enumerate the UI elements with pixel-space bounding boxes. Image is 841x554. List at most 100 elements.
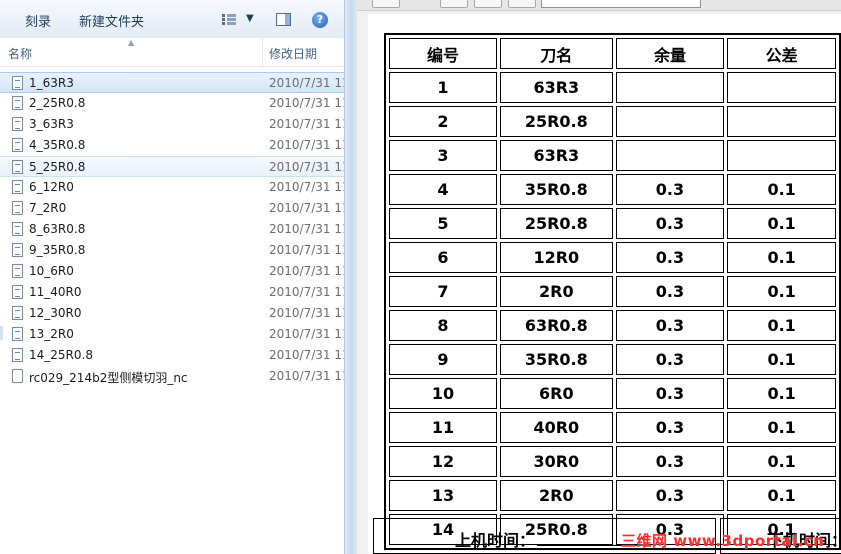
file-name: 9_35R0.8 [29,243,86,257]
file-list-item[interactable]: 5_25R0.8 2010/7/31 11 [0,156,345,177]
number-cell: 7 [389,276,497,307]
allowance-cell: 0.3 [615,276,725,307]
file-date: 2010/7/31 11 [269,180,345,194]
number-cell: 4 [389,174,497,205]
column-headers: 名称 修改日期 [0,38,345,67]
file-list: 1_63R3 2010/7/31 11 2_25R0.8 2010/7/31 11 3_… [0,72,345,387]
preview-pane-icon[interactable] [276,13,291,26]
file-date: 2010/7/31 11 [269,201,345,215]
file-name: 13_2R0 [29,327,74,341]
tool-name-cell: 25R0.8 [499,208,613,239]
table-row: 7 2R0 0.3 0.1 [389,276,836,307]
document-viewer: 编号 刀名 余量 公差 1 63R3 2 25R0.8 3 63R3 4 35R0.8 0.3 0… [357,0,841,554]
table-row: 8 63R0.8 0.3 0.1 [389,310,836,341]
tool-name-cell: 6R0 [499,378,613,409]
file-list-item[interactable]: 7_2R0 2010/7/31 11 [0,198,345,219]
file-date: 2010/7/31 11 [269,117,345,131]
file-list-item[interactable]: 6_12R0 2010/7/31 11 [0,177,345,198]
column-divider[interactable] [262,38,263,66]
file-name: 11_40R0 [29,285,82,299]
file-date: 2010/7/31 11 [269,285,345,299]
file-list-item[interactable]: 1_63R3 2010/7/31 11 [0,72,345,93]
table-row: 9 35R0.8 0.3 0.1 [389,344,836,375]
file-list-item[interactable]: 10_6R0 2010/7/31 11 [0,261,345,282]
document-address-field[interactable] [541,0,701,8]
tool-name-cell: 2R0 [499,276,613,307]
file-list-item[interactable]: 12_30R0 2010/7/31 11 [0,303,345,324]
tool-name-cell: 25R0.8 [499,106,613,137]
tolerance-cell: 0.1 [727,344,836,375]
allowance-cell [615,106,725,137]
tool-name-column-header: 刀名 [499,38,613,69]
toolbar-refresh-button[interactable] [474,0,502,8]
file-date: 2010/7/31 11 [269,306,345,320]
explorer-toolbar: 刻录 新建文件夹 ▼ ? [0,0,345,39]
file-date: 2010/7/31 11 [269,327,345,341]
allowance-cell: 0.3 [615,208,725,239]
number-cell: 5 [389,208,497,239]
file-name: 6_12R0 [29,180,74,194]
new-folder-button[interactable]: 新建文件夹 [79,11,144,30]
tolerance-cell: 0.1 [727,446,836,477]
tool-name-cell: 63R3 [499,140,613,171]
toolbar-option-button[interactable] [508,0,536,8]
number-cell: 11 [389,412,497,443]
file-date: 2010/7/31 11 [269,138,345,152]
toolbar-forward-button[interactable] [440,0,468,8]
text-file-icon [12,201,23,215]
sort-ascending-icon: ▲ [128,38,135,47]
number-cell: 9 [389,344,497,375]
toolbar-back-button[interactable] [372,0,400,8]
burn-button[interactable]: 刻录 [25,11,51,30]
table-row: 6 12R0 0.3 0.1 [389,242,836,273]
file-list-item[interactable]: 3_63R3 2010/7/31 11 [0,114,345,135]
file-list-item[interactable]: 2_25R0.8 2010/7/31 11 [0,93,345,114]
text-file-icon [12,96,23,110]
tool-list-table: 编号 刀名 余量 公差 1 63R3 2 25R0.8 3 63R3 4 35R0.8 0.3 0… [384,33,841,550]
file-explorer-pane: 刻录 新建文件夹 ▼ ? 名称 修改日期 ▲ 1_63R3 2010/7/31 1… [0,0,345,554]
file-list-item[interactable]: rc029_214b2型侧模切羽_nc 2010/7/31 11 [0,366,345,387]
number-cell: 12 [389,446,497,477]
watermark-text: 三维网 www.3dportal.cn [621,532,825,550]
file-list-item[interactable]: 14_25R0.8 2010/7/31 11 [0,345,345,366]
number-cell: 3 [389,140,497,171]
view-dropdown-arrow-icon[interactable]: ▼ [246,13,254,24]
table-row: 3 63R3 [389,140,836,171]
tool-name-cell: 2R0 [499,480,613,511]
document-page: 编号 刀名 余量 公差 1 63R3 2 25R0.8 3 63R3 4 35R0.8 0.3 0… [368,14,841,554]
allowance-cell: 0.3 [615,412,725,443]
tolerance-cell: 0.1 [727,276,836,307]
allowance-cell: 0.3 [615,446,725,477]
number-cell: 2 [389,106,497,137]
tool-name-cell: 12R0 [499,242,613,273]
name-column-header[interactable]: 名称 [8,45,32,62]
text-file-icon [12,306,23,320]
table-row: 13 2R0 0.3 0.1 [389,480,836,511]
text-file-icon [12,348,23,362]
table-body: 1 63R3 2 25R0.8 3 63R3 4 35R0.8 0.3 0.1 5 25R0.8 0.3… [389,72,836,545]
view-options-icon[interactable] [222,14,236,25]
file-name: 12_30R0 [29,306,82,320]
help-icon[interactable]: ? [312,12,328,28]
text-file-icon [12,285,23,299]
table-row: 1 63R3 [389,72,836,103]
text-file-icon [12,222,23,236]
tolerance-cell: 0.1 [727,412,836,443]
number-cell: 1 [389,72,497,103]
text-file-icon [12,76,23,90]
file-list-item[interactable]: 4_35R0.8 2010/7/31 11 [0,135,345,156]
allowance-cell [615,72,725,103]
tool-name-cell: 40R0 [499,412,613,443]
file-list-item[interactable]: 13_2R0 2010/7/31 11 [0,324,345,345]
file-list-item[interactable]: 9_35R0.8 2010/7/31 11 [0,240,345,261]
file-date: 2010/7/31 11 [269,243,345,257]
table-row: 12 30R0 0.3 0.1 [389,446,836,477]
file-list-item[interactable]: 11_40R0 2010/7/31 11 [0,282,345,303]
file-name: 5_25R0.8 [29,160,86,174]
pane-splitter[interactable] [345,0,357,554]
table-row: 5 25R0.8 0.3 0.1 [389,208,836,239]
file-list-item[interactable]: 8_63R0.8 2010/7/31 11 [0,219,345,240]
date-column-header[interactable]: 修改日期 [269,45,317,62]
table-header-row: 编号 刀名 余量 公差 [389,38,836,69]
allowance-cell: 0.3 [615,242,725,273]
